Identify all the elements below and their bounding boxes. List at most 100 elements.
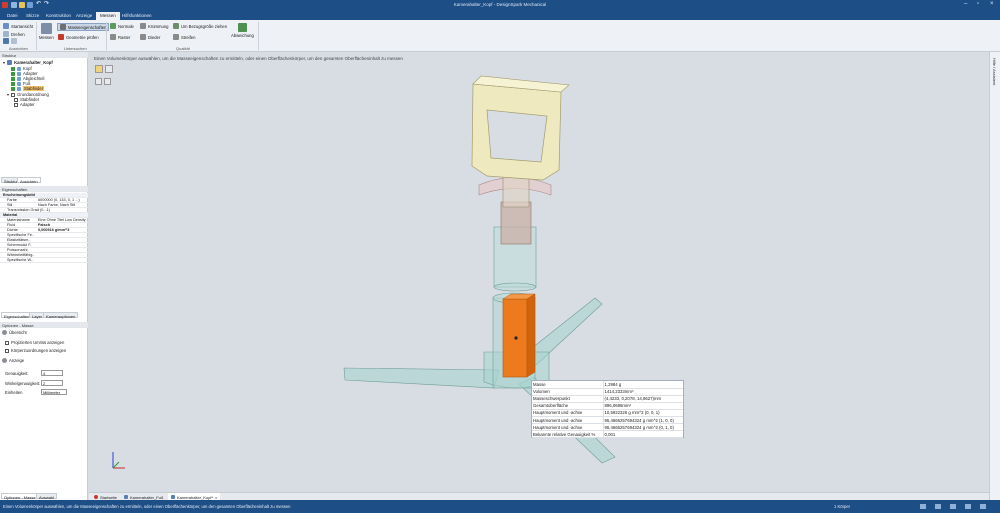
einheiten-select[interactable]: Millimeter bbox=[41, 389, 67, 395]
body-icon bbox=[17, 76, 21, 81]
selection-filter-icon[interactable] bbox=[920, 504, 926, 509]
doc-tab-label: Startseite bbox=[100, 494, 117, 500]
option-projizierten-umriss[interactable]: Projizierten Umriss anzeigen bbox=[5, 340, 64, 345]
mp-key: Masseschwerpunkt bbox=[532, 395, 604, 403]
visibility-checkbox[interactable] bbox=[11, 71, 15, 76]
tab-optionen-masse[interactable]: Optionen - Masse bbox=[1, 493, 39, 500]
prop-value: Falsch bbox=[38, 223, 51, 227]
prop-row[interactable]: Materialname Eine Ohne Titel Low Density bbox=[0, 218, 88, 223]
body-icon bbox=[17, 66, 21, 71]
visibility-checkbox[interactable] bbox=[11, 66, 15, 71]
group-qualitaet: Qualität bbox=[176, 46, 190, 51]
collapse-circle-icon bbox=[2, 358, 7, 363]
prop-key: Wärmeleitfähig.. bbox=[7, 253, 35, 257]
masseeigenschaften-button[interactable]: Masseeigenschaften bbox=[57, 23, 110, 31]
visibility-checkbox[interactable] bbox=[11, 86, 15, 91]
winkel-stepper[interactable]: 2 bbox=[41, 380, 63, 386]
options-section-label: Übersicht bbox=[9, 330, 27, 335]
snap-icon[interactable] bbox=[950, 504, 956, 509]
checkbox[interactable] bbox=[5, 340, 9, 345]
minimize-icon[interactable]: – bbox=[964, 1, 967, 7]
status-bar: Einen Volumenkörper auswählen, um die Ma… bbox=[0, 500, 1000, 513]
tab-skizze[interactable]: Skizze bbox=[22, 12, 43, 20]
section-material: Material bbox=[0, 213, 88, 218]
visibility-checkbox[interactable] bbox=[11, 92, 16, 97]
option-label: Projizierten Umriss anzeigen bbox=[11, 340, 65, 345]
table-row: Hauptmoment und -achse 95,4666257694324 g… bbox=[532, 423, 683, 432]
prop-key: Materialname bbox=[7, 218, 31, 222]
checkbox[interactable] bbox=[5, 348, 9, 353]
collapse-icon[interactable]: ▾ bbox=[3, 60, 5, 65]
prop-row[interactable]: Stil Nach Farbe, Nach Stil bbox=[0, 203, 88, 208]
drehen-label: Drehen bbox=[11, 31, 25, 37]
prop-row[interactable]: Spezifische Fe.. bbox=[0, 233, 88, 238]
prop-row[interactable]: Poissonzahl bbox=[0, 248, 88, 253]
normale-button[interactable]: Normale bbox=[110, 23, 134, 29]
visibility-checkbox[interactable] bbox=[14, 102, 18, 107]
bezugsgroesse-button[interactable]: Um Bezugsgröße ziehen bbox=[173, 23, 227, 29]
close-icon[interactable]: × bbox=[990, 1, 994, 7]
prop-row[interactable]: Fluid Falsch bbox=[0, 223, 88, 228]
startansicht-button[interactable]: Startansicht bbox=[3, 23, 33, 29]
options-uebersicht[interactable]: Übersicht bbox=[2, 330, 27, 335]
curvature-icon bbox=[140, 23, 146, 29]
options-header: Optionen - Masse bbox=[0, 322, 88, 328]
visibility-checkbox[interactable] bbox=[11, 76, 15, 81]
prop-row[interactable]: Dichte 0,000916 g/mm^3 bbox=[0, 228, 88, 233]
genauigkeit-stepper[interactable]: 4 bbox=[41, 370, 63, 376]
settings-icon[interactable] bbox=[980, 504, 986, 509]
leg-left bbox=[343, 367, 500, 389]
streifen-label: Streifen bbox=[181, 34, 196, 40]
tree-item-stabfinder-selected[interactable]: Stabfinder bbox=[11, 86, 45, 91]
prop-row[interactable]: Elastizitätsm.. bbox=[0, 238, 88, 243]
table-row: Hauptmoment und -achse 10,5922326 g mm^2 … bbox=[532, 409, 683, 417]
table-row: Volumen 1414,2333mm³ bbox=[532, 388, 683, 396]
zoom-icon bbox=[11, 38, 17, 44]
messen-button[interactable]: Messen bbox=[39, 23, 54, 40]
prop-row[interactable]: Schermodul F.. bbox=[0, 243, 88, 248]
option-koerperzuordnungen[interactable]: Körperzuordnungen anzeigen bbox=[5, 348, 66, 353]
tab-konstruktion[interactable]: Konstruktion bbox=[42, 12, 75, 20]
dieder-button[interactable]: Dieder bbox=[140, 34, 160, 40]
streifen-button[interactable]: Streifen bbox=[173, 34, 195, 40]
prop-row[interactable]: Farbe #000000 (0, 133, 0, 1 ...) bbox=[0, 198, 88, 203]
tab-datei[interactable]: Datei bbox=[3, 12, 22, 20]
raster-button[interactable]: Raster bbox=[110, 34, 130, 40]
tab-eigenschaften[interactable]: Eigenschaften bbox=[1, 312, 33, 319]
view-options-button[interactable] bbox=[3, 38, 17, 44]
tree-root[interactable]: ▾ Kamerahalter_Kopf bbox=[3, 60, 53, 65]
visibility-checkbox[interactable] bbox=[11, 81, 15, 86]
options-anzeige[interactable]: Anzeige bbox=[2, 358, 24, 363]
abweichung-button[interactable]: Abweichung bbox=[231, 23, 254, 38]
tab-kameraoptionen[interactable]: Kameraoptionen bbox=[43, 312, 79, 319]
prop-row[interactable]: Spezifische W.. bbox=[0, 258, 88, 263]
kruemmung-button[interactable]: Krümmung bbox=[140, 23, 168, 29]
doc-tab-label: Kamerahalter_Fuß bbox=[130, 494, 164, 500]
geometrie-pruefen-button[interactable]: Geometrie prüfen bbox=[58, 34, 99, 40]
abweichung-label: Abweichung bbox=[231, 33, 254, 38]
maximize-icon[interactable]: ▫ bbox=[977, 1, 979, 7]
mp-key: Gesamtoberfläche bbox=[532, 402, 604, 410]
prop-row[interactable]: Wärmeleitfähig.. bbox=[0, 253, 88, 258]
prop-key: Poissonzahl bbox=[7, 248, 28, 252]
tab-hilfsfunktionen[interactable]: Hilfsfunktionen bbox=[118, 12, 156, 20]
close-tab-icon[interactable]: × bbox=[215, 495, 217, 500]
dieder-label: Dieder bbox=[148, 34, 161, 40]
structure-header: Struktur bbox=[0, 52, 88, 58]
tab-ansichten[interactable]: Ansichten bbox=[17, 177, 41, 184]
tab-auswahl[interactable]: Auswahl bbox=[36, 493, 58, 500]
collapse-icon[interactable]: ▾ bbox=[7, 92, 9, 97]
tab-messen[interactable]: Messen bbox=[96, 12, 120, 20]
visibility-checkbox[interactable] bbox=[14, 97, 18, 102]
tree-item-adapter-2[interactable]: Adapter bbox=[14, 102, 35, 107]
geometrie-pruefen-label: Geometrie prüfen bbox=[66, 34, 99, 40]
tab-anzeige[interactable]: Anzeige bbox=[72, 12, 96, 20]
divider bbox=[106, 22, 107, 50]
view-icon[interactable] bbox=[935, 504, 941, 509]
view-cube-icon bbox=[3, 38, 9, 44]
display-icon[interactable] bbox=[965, 504, 971, 509]
mp-value: 95,4666257694324 g mm^2 (1, 0, 0) bbox=[603, 416, 683, 425]
side-panel[interactable]: Hilfe / Assistent bbox=[989, 52, 1000, 500]
drehen-button[interactable]: Drehen bbox=[3, 31, 25, 37]
prop-row[interactable]: Transmission Grad (0...1) bbox=[0, 208, 88, 213]
